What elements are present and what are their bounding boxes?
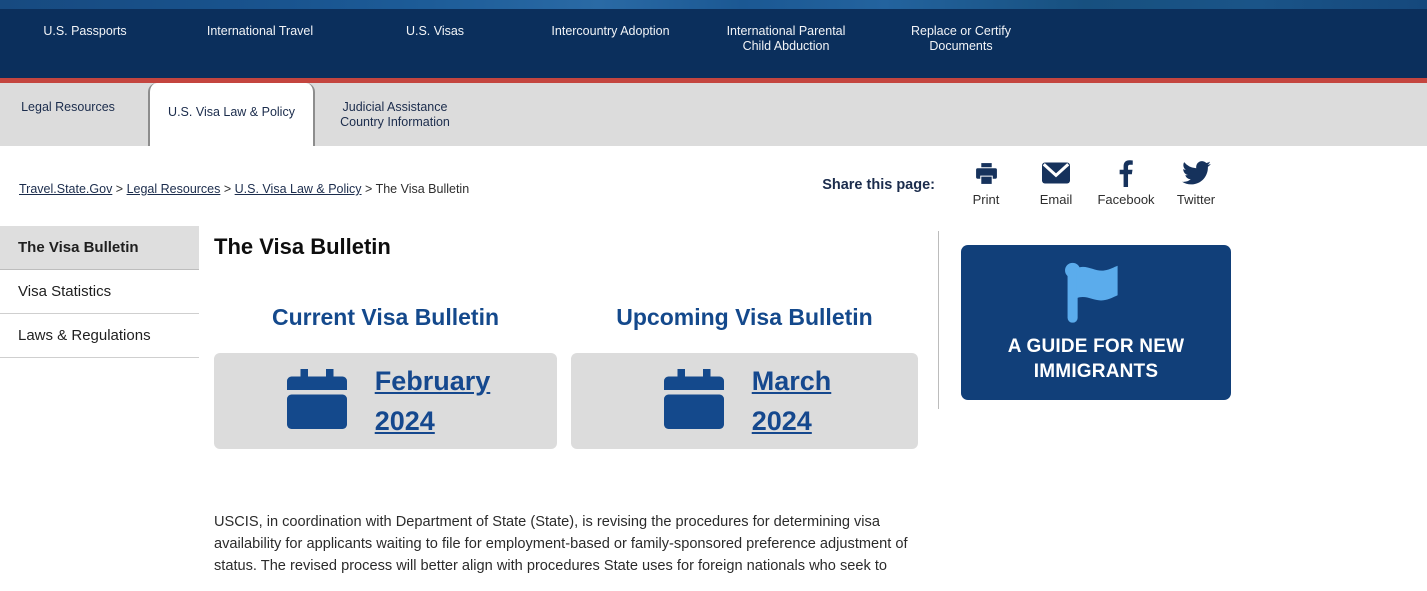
twitter-icon (1161, 158, 1231, 188)
breadcrumb-link-travel-state-gov[interactable]: Travel.State.Gov (19, 182, 112, 196)
guide-for-new-immigrants-promo[interactable]: A GUIDE FOR NEW IMMIGRANTS (961, 245, 1231, 400)
upcoming-visa-bulletin-month: March (751, 366, 832, 396)
share-label: Share this page: (822, 177, 935, 193)
current-visa-bulletin-heading: Current Visa Bulletin (271, 304, 500, 330)
sidebar-navigation: The Visa Bulletin Visa Statistics Laws &… (0, 226, 199, 358)
upcoming-visa-bulletin-heading: Upcoming Visa Bulletin (616, 304, 873, 330)
share-twitter-label: Twitter (1176, 192, 1216, 207)
envelope-icon (1021, 158, 1091, 188)
breadcrumb-current-page: The Visa Bulletin (375, 182, 470, 196)
nav-item-replace-or-certify-documents[interactable]: Replace or Certify Documents (881, 24, 1041, 53)
share-twitter-button[interactable]: Twitter (1161, 158, 1231, 207)
breadcrumb-separator: > (361, 182, 376, 196)
breadcrumb: Travel.State.Gov > Legal Resources > U.S… (19, 182, 469, 196)
current-visa-bulletin-card[interactable]: February 2024 (214, 353, 557, 449)
calendar-icon (658, 363, 730, 440)
guide-promo-text: A GUIDE FOR NEW IMMIGRANTS (986, 334, 1206, 384)
share-email-button[interactable]: Email (1021, 158, 1091, 207)
calendar-icon (281, 363, 353, 440)
intro-paragraph: USCIS, in coordination with Department o… (214, 514, 908, 574)
share-print-label: Print (972, 192, 1000, 207)
site-header: U.S. Passports International Travel U.S.… (0, 0, 1427, 78)
guide-promo-line-2: IMMIGRANTS (1033, 361, 1159, 382)
page-body: The Visa Bulletin Visa Statistics Laws &… (0, 226, 1427, 591)
tab-us-visa-law-and-policy[interactable]: U.S. Visa Law & Policy (148, 83, 315, 146)
sidebar-item-label: Laws & Regulations (18, 327, 151, 344)
sidebar-item-laws-and-regulations[interactable]: Laws & Regulations (0, 314, 199, 358)
current-visa-bulletin-month: February (374, 366, 491, 396)
content-divider (938, 231, 939, 409)
upcoming-visa-bulletin-year: 2024 (751, 406, 812, 436)
sidebar-item-label: The Visa Bulletin (18, 239, 139, 256)
share-facebook-button[interactable]: Facebook (1091, 158, 1161, 207)
facebook-icon (1091, 158, 1161, 188)
main-content-column: The Visa Bulletin (214, 226, 920, 260)
nav-item-us-passports[interactable]: U.S. Passports (21, 24, 149, 39)
page-title: The Visa Bulletin (214, 234, 391, 259)
nav-item-intercountry-adoption[interactable]: Intercountry Adoption (529, 24, 692, 39)
upcoming-visa-bulletin-card[interactable]: March 2024 (571, 353, 918, 449)
nav-item-international-parental-child-abduction[interactable]: International Parental Child Abduction (711, 24, 861, 53)
sidebar-item-the-visa-bulletin[interactable]: The Visa Bulletin (0, 226, 199, 270)
share-print-button[interactable]: Print (951, 158, 1021, 207)
share-facebook-label: Facebook (1097, 192, 1155, 207)
share-this-page: Share this page: Print Email Facebook Tw… (822, 158, 1231, 207)
nav-item-us-visas[interactable]: U.S. Visas (383, 24, 487, 39)
tab-legal-resources[interactable]: Legal Resources (0, 83, 136, 146)
header-banner-image (0, 0, 1427, 9)
upcoming-visa-bulletin-link[interactable]: March 2024 (752, 361, 832, 441)
current-visa-bulletin-year: 2024 (374, 406, 435, 436)
breadcrumb-link-legal-resources[interactable]: Legal Resources (127, 182, 221, 196)
primary-navigation: U.S. Passports International Travel U.S.… (0, 9, 1427, 78)
printer-icon (951, 158, 1021, 188)
nav-item-international-travel[interactable]: International Travel (195, 24, 325, 39)
breadcrumb-separator: > (220, 182, 235, 196)
current-visa-bulletin-block: Current Visa Bulletin February 2024 (214, 304, 557, 449)
sidebar-item-visa-statistics[interactable]: Visa Statistics (0, 270, 199, 314)
breadcrumb-link-us-visa-law-and-policy[interactable]: U.S. Visa Law & Policy (235, 182, 362, 196)
tab-judicial-assistance-country-information[interactable]: Judicial Assistance Country Information (322, 83, 468, 146)
share-icon-list: Print Email Facebook Twitter (951, 158, 1231, 207)
breadcrumb-and-share-row: Travel.State.Gov > Legal Resources > U.S… (0, 146, 1427, 226)
flag-icon (1060, 261, 1132, 328)
current-visa-bulletin-link[interactable]: February 2024 (375, 361, 491, 441)
section-tab-bar: Legal Resources U.S. Visa Law & Policy J… (0, 83, 1427, 146)
guide-promo-line-1: A GUIDE FOR NEW (1007, 336, 1185, 357)
upcoming-visa-bulletin-block: Upcoming Visa Bulletin March 2024 (571, 304, 918, 449)
sidebar-item-label: Visa Statistics (18, 283, 112, 300)
breadcrumb-separator: > (112, 182, 127, 196)
share-email-label: Email (1039, 192, 1073, 207)
